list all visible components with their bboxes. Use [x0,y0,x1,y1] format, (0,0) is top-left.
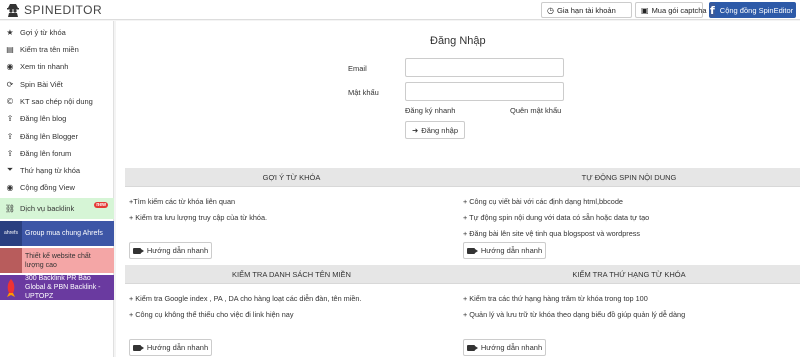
panel-bullet: + Tự động spin nội dung với data có sẵn … [463,213,650,222]
video-camera-icon [466,247,478,254]
guide-button-keyword-suggest[interactable]: Hướng dẫn nhanh [129,242,212,259]
sidebar-item-label: Spin Bài Viết [20,79,63,89]
sidebar-item-spin-article[interactable]: ⟳ Spin Bài Viết [0,76,114,92]
sidebar-item-label: Xem tin nhanh [20,61,69,71]
panel-bullet: + Đăng bài lên site vệ tinh qua blogspos… [463,229,641,238]
guide-button-label: Hướng dẫn nhanh [146,343,209,352]
community-label: Cộng đồng SpinEditor [719,5,794,15]
sidebar-item-label: Đăng lên forum [20,148,72,158]
sidebar: ★ Gợi ý từ khóa ▤ Kiểm tra tên miền ◉ Xe… [0,21,114,357]
promo-ahrefs-group[interactable]: ahrefs Group mua chung Ahrefs [0,221,114,246]
panel-title: GỢI Ý TỪ KHÓA [262,172,321,182]
guide-button-label: Hướng dẫn nhanh [146,246,209,255]
sidebar-item-label: Đăng lên Blogger [20,131,78,141]
renew-account-button[interactable]: ◷ Gia hạn tài khoản [541,2,632,18]
panel-domain-check-header: KIỂM TRA DANH SÁCH TÊN MIỀN [125,265,458,284]
register-link[interactable]: Đăng ký nhanh [405,106,455,115]
sidebar-item-label: Đăng lên blog [20,113,67,123]
login-button[interactable]: ➜ Đăng nhập [405,121,465,139]
guide-button-auto-spin[interactable]: Hướng dẫn nhanh [463,242,546,259]
bars-icon: ▤ [6,44,14,54]
sidebar-item-copy-check[interactable]: © KT sao chép nội dung [0,93,114,109]
sidebar-item-post-blog[interactable]: ⇪ Đăng lên blog [0,110,114,126]
sidebar-item-community-view[interactable]: ◉ Cộng đồng View [0,179,114,195]
video-camera-icon [466,344,478,351]
buy-captcha-label: Mua gói captcha [651,5,707,15]
panel-title: TỰ ĐỘNG SPIN NỘI DUNG [581,172,677,182]
rocket-icon [0,275,22,300]
password-field[interactable] [405,82,564,101]
sidebar-item-label: KT sao chép nội dung [20,96,93,106]
promo-website-design[interactable]: Thiết kế website chất lượng cao [0,248,114,273]
guide-button-domain-check[interactable]: Hướng dẫn nhanh [129,339,212,356]
star-icon: ★ [6,27,14,37]
website-design-thumbnail [0,248,22,273]
video-camera-icon [132,344,144,351]
upload-icon: ⇪ [6,131,14,141]
sidebar-item-label: Thứ hạng từ khóa [20,165,81,175]
clock-icon: ◷ [547,5,554,15]
panel-bullet: + Kiểm tra Google index , PA , DA cho hà… [129,294,362,303]
panel-bullet: +Tìm kiếm các từ khóa liên quan [129,197,236,206]
sidebar-item-label: Kiểm tra tên miền [20,44,79,54]
copyright-icon: © [6,96,14,106]
renew-account-label: Gia hạn tài khoản [556,5,616,15]
panel-auto-spin-header: TỰ ĐỘNG SPIN NỘI DUNG [458,168,800,187]
upload-icon: ⇪ [6,148,14,158]
panel-title: KIỂM TRA DANH SÁCH TÊN MIỀN [232,269,351,279]
promo-label: Thiết kế website chất lượng cao [25,252,91,269]
promo-label: Group mua chung Ahrefs [25,230,103,237]
email-label: Email [348,64,367,73]
video-camera-icon [132,247,144,254]
panel-bullet: + Kiểm tra các thứ hạng hàng trăm từ khó… [463,294,648,303]
email-field[interactable] [405,58,564,77]
community-facebook-button[interactable]: f Cộng đồng SpinEditor [709,2,796,18]
panel-keyword-rank-header: KIỂM TRA THỨ HẠNG TỪ KHÓA [458,265,800,284]
sidebar-item-backlink-service[interactable]: ⛓ Dịch vụ backlink new [0,198,114,219]
promo-backlink-uptopz[interactable]: 300 Backlink PR Báo Global & PBN Backlin… [0,275,114,300]
panel-bullet: + Công cụ không thể thiếu cho việc đi li… [129,310,294,319]
panel-bullet: + Quản lý và lưu trữ từ khóa theo dạng b… [463,310,686,319]
sidebar-item-keyword-suggest[interactable]: ★ Gợi ý từ khóa [0,24,114,40]
sidebar-item-keyword-rank[interactable]: ⏷ Thứ hạng từ khóa [0,162,114,178]
top-bar: SPINEDITOR ◷ Gia hạn tài khoản ▣ Mua gói… [0,0,800,20]
buy-captcha-button[interactable]: ▣ Mua gói captcha [635,2,707,18]
login-title: Đăng Nhập [430,35,486,47]
app-name: SPINEDITOR [24,2,103,17]
sidebar-item-quick-news[interactable]: ◉ Xem tin nhanh [0,58,114,74]
sidebar-item-post-forum[interactable]: ⇪ Đăng lên forum [0,145,114,161]
promo-label: 300 Backlink PR Báo Global & PBN Backlin… [25,275,101,300]
eye-icon: ◉ [6,182,14,192]
doc-icon: ▣ [641,5,649,15]
guide-button-label: Hướng dẫn nhanh [480,343,543,352]
facebook-icon: f [710,3,715,17]
guide-button-label: Hướng dẫn nhanh [480,246,543,255]
password-label: Mật khẩu [348,88,379,97]
panel-title: KIỂM TRA THỨ HẠNG TỪ KHÓA [572,269,686,279]
forgot-password-link[interactable]: Quên mật khẩu [510,106,561,115]
panel-bullet: + Công cụ viết bài với các định dạng htm… [463,197,623,206]
sidebar-item-label: Dịch vụ backlink [20,204,75,213]
panel-bullet: + Kiểm tra lưu lượng truy cập của từ khó… [129,213,268,222]
sidebar-item-domain-check[interactable]: ▤ Kiểm tra tên miền [0,41,114,57]
sidebar-item-post-blogger[interactable]: ⇪ Đăng lên Blogger [0,128,114,144]
sign-in-arrow-icon: ➜ [412,125,419,135]
app-logo[interactable]: SPINEDITOR [6,2,102,17]
ahrefs-thumbnail: ahrefs [0,221,22,246]
refresh-icon: ⟳ [6,79,14,89]
login-button-label: Đăng nhập [421,125,458,135]
new-badge: new [94,202,108,208]
sidebar-item-label: Gợi ý từ khóa [20,27,66,37]
panel-keyword-suggest-header: GỢI Ý TỪ KHÓA [125,168,458,187]
link-icon: ⛓ [4,204,16,213]
upload-icon: ⇪ [6,113,14,123]
main-content: Đăng Nhập Email Mật khẩu Đăng ký nhanh Q… [116,21,800,357]
sidebar-item-label: Cộng đồng View [20,182,75,192]
spy-logo-icon [7,4,19,17]
eye-icon: ◉ [6,61,14,71]
filter-icon: ⏷ [6,165,14,174]
guide-button-keyword-rank[interactable]: Hướng dẫn nhanh [463,339,546,356]
